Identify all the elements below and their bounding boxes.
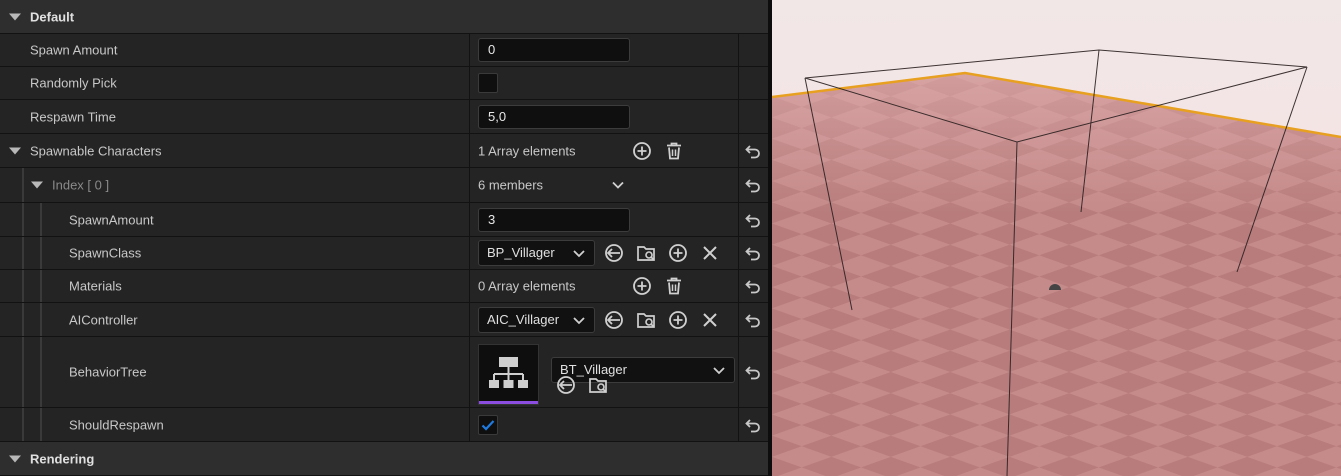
chevron-down-icon <box>713 367 725 375</box>
materials-count: 0 Array elements <box>478 278 576 294</box>
behaviortree-combo[interactable]: BT_Villager <box>551 357 735 383</box>
property-row-spawnamount: SpawnAmount 3 <box>0 203 768 237</box>
materials-label: Materials <box>69 278 122 294</box>
browse-icon[interactable] <box>635 309 657 331</box>
randomly-pick-label: Randomly Pick <box>30 75 117 91</box>
property-row-index-0: Index [ 0 ] 6 members <box>0 168 768 203</box>
checkmark-icon <box>481 419 495 431</box>
spawnable-characters-count: 1 Array elements <box>478 143 576 158</box>
add-icon[interactable] <box>631 275 653 297</box>
add-icon[interactable] <box>667 242 689 264</box>
reset-arrow-icon[interactable] <box>744 176 762 194</box>
property-row-respawn-time: Respawn Time 5,0 <box>0 100 768 134</box>
browse-icon[interactable] <box>587 374 609 396</box>
clear-icon[interactable] <box>699 242 721 264</box>
behavior-tree-thumbnail[interactable] <box>478 344 539 405</box>
property-row-randomly-pick: Randomly Pick <box>0 67 768 100</box>
expand-triangle-icon[interactable] <box>9 455 21 462</box>
use-selected-icon[interactable] <box>603 242 625 264</box>
details-panel: Default Spawn Amount 0 Randomly Pick Res… <box>0 0 768 476</box>
reset-arrow-icon[interactable] <box>744 142 762 160</box>
reset-arrow-icon[interactable] <box>744 211 762 229</box>
aicontroller-combo[interactable]: AIC_Villager <box>478 306 595 333</box>
category-default[interactable]: Default <box>0 0 768 34</box>
spawnamount-input[interactable]: 3 <box>478 207 630 232</box>
index-0-members: 6 members <box>478 177 544 193</box>
aicontroller-label: AIController <box>69 312 138 327</box>
expand-triangle-icon[interactable] <box>9 13 21 20</box>
property-row-spawnable-characters: Spawnable Characters 1 Array elements <box>0 134 768 168</box>
clear-icon[interactable] <box>699 309 721 331</box>
property-row-spawnclass: SpawnClass BP_Villager <box>0 237 768 270</box>
reset-arrow-icon[interactable] <box>744 416 762 434</box>
aicontroller-value: AIC_Villager <box>487 311 560 327</box>
thumbnail-underline <box>479 401 538 404</box>
use-selected-icon[interactable] <box>555 374 577 396</box>
reset-arrow-icon[interactable] <box>744 244 762 262</box>
viewport-scene <box>772 0 1341 476</box>
delete-icon[interactable] <box>663 275 685 297</box>
respawn-time-input[interactable]: 5,0 <box>478 104 630 129</box>
browse-icon[interactable] <box>635 242 657 264</box>
behavior-tree-thumbnail-icon <box>489 357 528 388</box>
reset-arrow-icon[interactable] <box>744 311 762 329</box>
shouldrespawn-label: ShouldRespawn <box>69 417 164 432</box>
property-row-aicontroller: AIController AIC_Villager <box>0 303 768 337</box>
category-rendering-label: Rendering <box>30 451 95 466</box>
property-row-shouldrespawn: ShouldRespawn <box>0 408 768 442</box>
spawnamount-label: SpawnAmount <box>69 212 154 227</box>
expand-triangle-icon[interactable] <box>9 147 21 154</box>
index-0-label: Index [ 0 ] <box>52 177 110 193</box>
spawnclass-combo[interactable]: BP_Villager <box>478 240 595 266</box>
category-rendering[interactable]: Rendering <box>0 442 768 476</box>
spawn-amount-label: Spawn Amount <box>30 42 118 58</box>
chevron-down-icon <box>573 316 585 324</box>
spawnclass-label: SpawnClass <box>69 245 142 261</box>
expand-triangle-icon[interactable] <box>31 181 43 189</box>
chevron-down-icon <box>573 250 585 258</box>
reset-arrow-icon[interactable] <box>744 363 762 381</box>
property-row-materials: Materials 0 Array elements <box>0 270 768 303</box>
use-selected-icon[interactable] <box>603 309 625 331</box>
property-row-behaviortree: BehaviorTree BT_Villager <box>0 337 768 408</box>
property-row-spawn-amount: Spawn Amount 0 <box>0 34 768 67</box>
respawn-time-label: Respawn Time <box>30 109 116 124</box>
spawnable-characters-label: Spawnable Characters <box>30 143 162 158</box>
behaviortree-label: BehaviorTree <box>69 364 147 380</box>
randomly-pick-checkbox[interactable] <box>478 73 498 93</box>
shouldrespawn-checkbox[interactable] <box>478 414 498 435</box>
spawnclass-value: BP_Villager <box>487 245 555 260</box>
add-icon[interactable] <box>631 140 653 162</box>
spawn-amount-input[interactable]: 0 <box>478 38 630 62</box>
chevron-down-icon[interactable] <box>607 174 629 196</box>
level-viewport[interactable] <box>772 0 1341 476</box>
add-icon[interactable] <box>667 309 689 331</box>
delete-icon[interactable] <box>663 140 685 162</box>
reset-arrow-icon[interactable] <box>744 277 762 295</box>
category-default-label: Default <box>30 9 75 24</box>
